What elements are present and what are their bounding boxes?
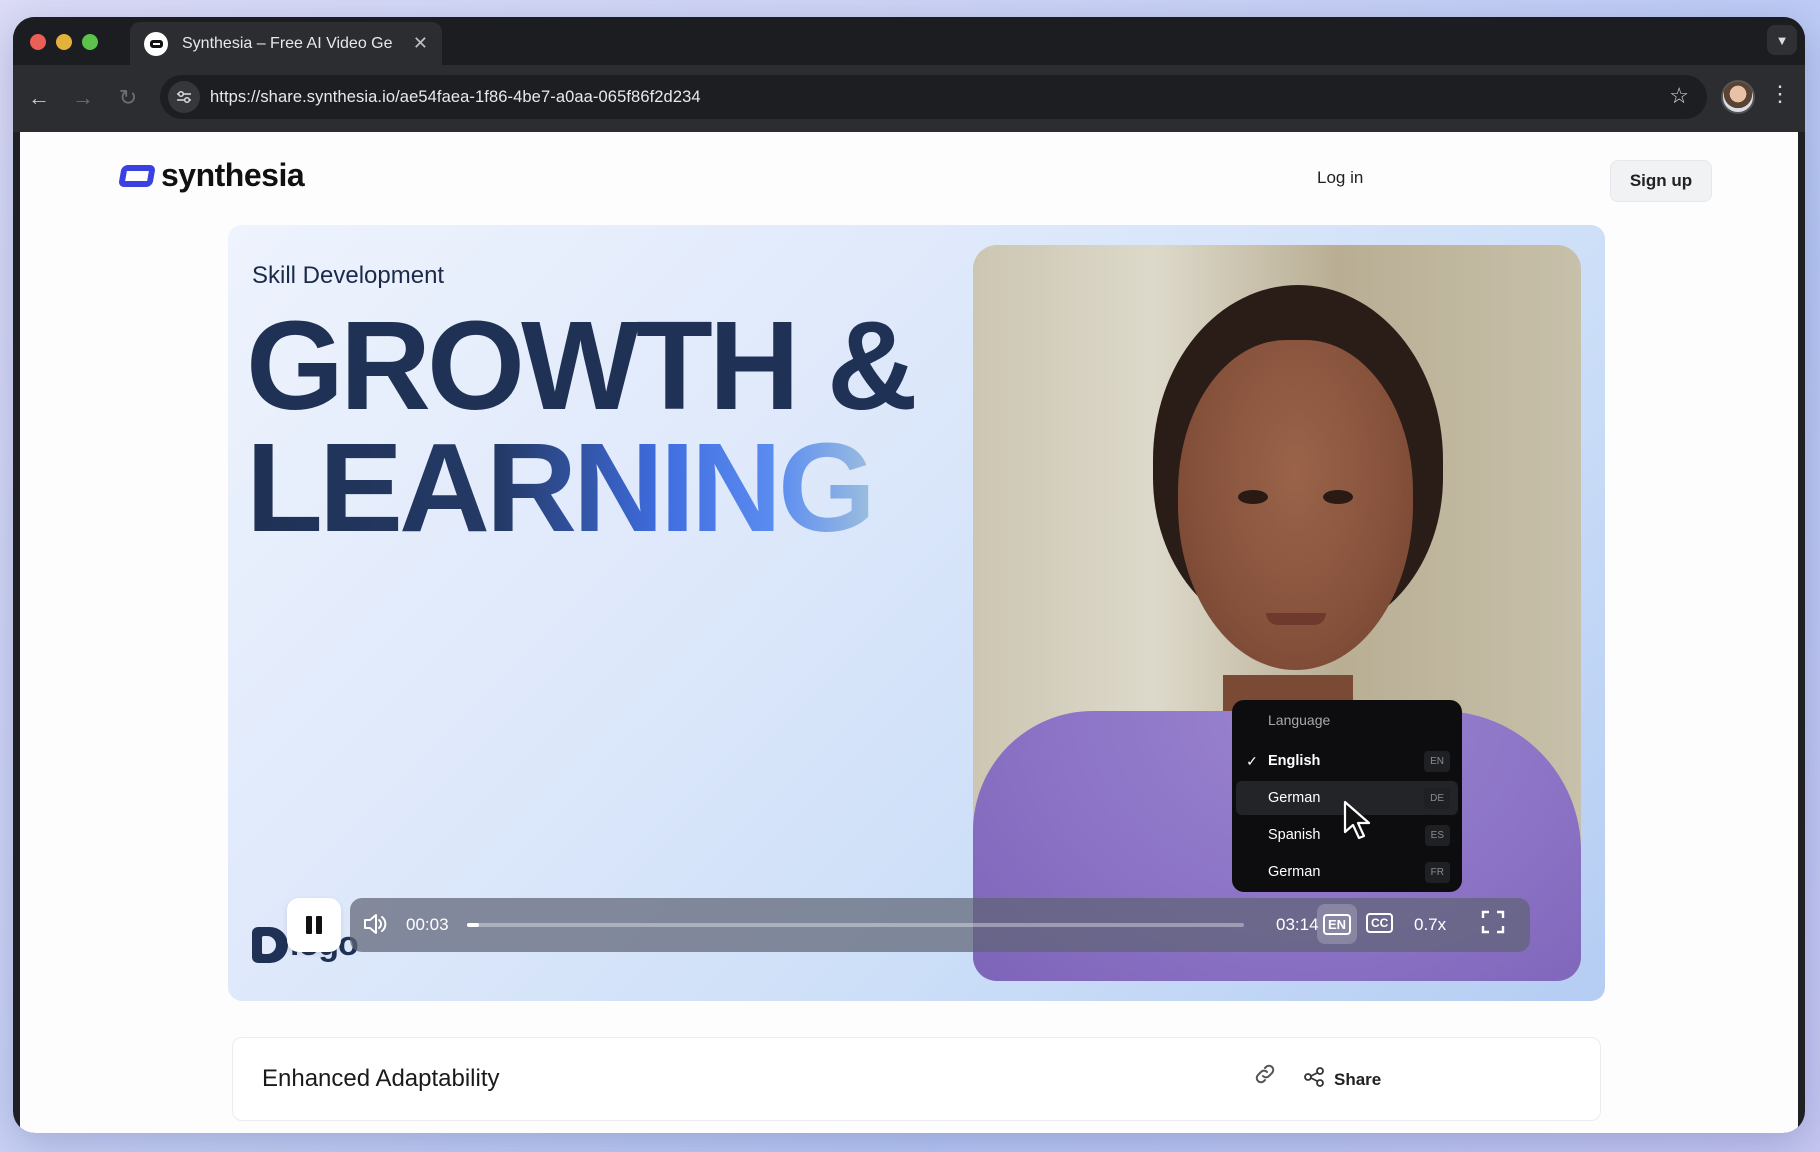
current-time: 00:03 [406, 915, 449, 934]
language-option-code: EN [1424, 750, 1450, 772]
video-info-card: Enhanced Adaptability Share [232, 1037, 1601, 1121]
close-window-icon[interactable] [30, 34, 46, 50]
video-controls-bar: 00:03 03:14 EN CC 0.7x [350, 898, 1530, 952]
language-button[interactable]: EN [1317, 904, 1357, 944]
language-option-code: FR [1424, 861, 1450, 883]
mouse-pointer-icon [1343, 800, 1373, 845]
headline-line-1: GROWTH & [246, 295, 918, 436]
duration: 03:14 [1276, 915, 1319, 934]
language-menu: Language ✓ English EN German DE Spanish … [1232, 700, 1462, 892]
volume-icon[interactable] [362, 911, 388, 944]
tab-search-chevron-down-icon[interactable]: ▼ [1767, 25, 1797, 55]
language-option-label: German [1268, 864, 1321, 880]
headline-line-2: LEARNING [246, 425, 914, 551]
share-icon [1303, 1066, 1325, 1094]
browser-window: Synthesia – Free AI Video Ge ✕ ▼ ← → ↻ h… [13, 17, 1805, 1133]
captions-button[interactable]: CC [1366, 913, 1394, 933]
language-option-code: ES [1424, 824, 1450, 846]
playback-speed-button[interactable]: 0.7x [1414, 915, 1446, 935]
fullscreen-icon[interactable] [1480, 909, 1506, 942]
video-title: Enhanced Adaptability [262, 1065, 500, 1092]
browser-menu-icon[interactable]: ⋮ [1769, 83, 1791, 105]
video-eyebrow: Skill Development [252, 262, 445, 289]
forward-arrow-icon[interactable]: → [68, 83, 98, 113]
tab-close-icon[interactable]: ✕ [413, 33, 428, 54]
language-menu-heading: Language [1268, 712, 1331, 728]
customer-logo-icon [252, 926, 288, 963]
back-arrow-icon[interactable]: ← [24, 83, 54, 113]
address-bar[interactable]: https://share.synthesia.io/ae54faea-1f86… [160, 75, 1707, 119]
pause-icon-bar [316, 916, 322, 934]
brand-name: synthesia [161, 157, 305, 193]
language-option-code: DE [1424, 787, 1450, 809]
page-content: synthesia Log in Sign up Skill Developme… [20, 132, 1798, 1133]
browser-toolbar: ← → ↻ https://share.synthesia.io/ae54fae… [13, 65, 1805, 132]
checkmark-icon: ✓ [1246, 752, 1258, 769]
share-button[interactable]: Share [1303, 1058, 1381, 1102]
profile-avatar[interactable] [1721, 80, 1755, 114]
site-settings-icon[interactable] [168, 81, 200, 113]
signup-button[interactable]: Sign up [1610, 160, 1712, 202]
pause-button[interactable] [287, 898, 341, 952]
bookmark-star-icon[interactable]: ☆ [1669, 83, 1689, 109]
progress-fill [467, 923, 480, 927]
language-option-label: English [1268, 753, 1321, 769]
tab-title: Synthesia – Free AI Video Ge [182, 34, 393, 52]
reload-icon[interactable]: ↻ [113, 83, 143, 113]
synthesia-favicon-icon [144, 31, 168, 56]
url-text[interactable]: https://share.synthesia.io/ae54faea-1f86… [210, 88, 701, 107]
browser-tab[interactable]: Synthesia – Free AI Video Ge ✕ [130, 22, 442, 65]
presenter-eye-left [1238, 490, 1268, 504]
language-option[interactable]: ✓ English EN [1236, 744, 1458, 778]
video-headline: GROWTH & LEARNING [246, 295, 918, 551]
presenter-mouth [1266, 613, 1326, 625]
synthesia-logo-icon [118, 164, 156, 187]
synthesia-logo[interactable]: synthesia [118, 157, 305, 194]
presenter-eye-right [1323, 490, 1353, 504]
video-player[interactable]: Skill Development GROWTH & LEARNING logo [228, 225, 1605, 1001]
tab-strip: Synthesia – Free AI Video Ge ✕ ▼ [13, 17, 1805, 65]
pause-icon-bar [306, 916, 312, 934]
progress-track[interactable] [467, 923, 1244, 927]
copy-link-icon[interactable] [1253, 1062, 1277, 1092]
minimize-window-icon[interactable] [56, 34, 72, 50]
login-button[interactable]: Log in [1303, 158, 1377, 198]
language-option[interactable]: German FR [1236, 855, 1458, 889]
share-label: Share [1334, 1070, 1382, 1089]
language-code: EN [1322, 913, 1352, 935]
maximize-window-icon[interactable] [82, 34, 98, 50]
